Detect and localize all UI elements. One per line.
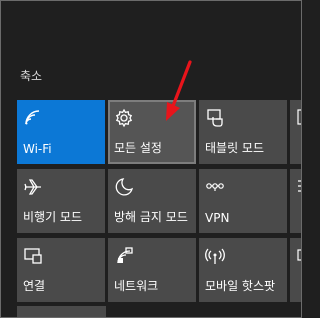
all-settings-tile[interactable]: 모든 설정	[108, 100, 196, 164]
partial-tile[interactable]	[290, 238, 301, 302]
wifi-icon	[23, 108, 43, 128]
gear-icon	[114, 108, 134, 128]
partial-tile-bottom[interactable]	[17, 306, 106, 317]
airplane-icon	[23, 177, 43, 197]
focus-assist-label: 방해 금지 모드	[114, 210, 188, 224]
tablet-mode-tile[interactable]: 태블릿 모드	[199, 100, 287, 164]
partial-tile-icon	[296, 108, 301, 126]
vpn-icon	[205, 177, 225, 197]
network-label: 네트워크	[114, 279, 159, 293]
connect-label: 연결	[23, 279, 46, 293]
connect-icon	[23, 246, 43, 266]
partial-tile[interactable]	[290, 169, 301, 233]
moon-icon	[114, 177, 134, 197]
airplane-mode-label: 비행기 모드	[23, 210, 83, 224]
wifi-tile[interactable]: Wi-Fi	[17, 100, 105, 164]
tablet-mode-icon	[205, 108, 225, 128]
network-tile[interactable]: 네트워크	[108, 238, 196, 302]
mobile-hotspot-label: 모바일 핫스팟	[205, 279, 276, 293]
vpn-tile[interactable]: VPN	[199, 169, 287, 233]
network-icon	[114, 246, 134, 266]
partial-tile-icon	[296, 177, 301, 195]
all-settings-label: 모든 설정	[114, 141, 162, 155]
mobile-hotspot-tile[interactable]: 모바일 핫스팟	[199, 238, 287, 302]
focus-assist-tile[interactable]: 방해 금지 모드	[108, 169, 196, 233]
partial-tile[interactable]	[290, 100, 301, 164]
vpn-label: VPN	[205, 211, 230, 225]
action-center-panel: 축소 Wi-Fi 모든 설정 태블릿 모드 비행기 모드 방해 금지 모드 VP…	[0, 0, 302, 318]
partial-tile-icon	[296, 246, 301, 264]
hotspot-icon	[205, 246, 225, 266]
wifi-label: Wi-Fi	[23, 142, 52, 156]
connect-tile[interactable]: 연결	[17, 238, 105, 302]
collapse-link[interactable]: 축소	[20, 67, 42, 84]
airplane-mode-tile[interactable]: 비행기 모드	[17, 169, 105, 233]
tablet-mode-label: 태블릿 모드	[205, 141, 265, 155]
